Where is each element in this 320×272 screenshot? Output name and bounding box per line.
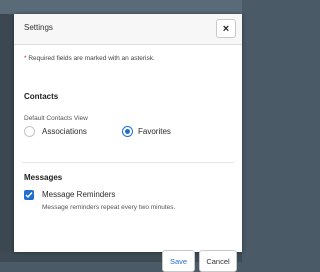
- radio-associations-label[interactable]: Associations: [42, 127, 87, 136]
- section-divider: [22, 162, 234, 163]
- radio-favorites[interactable]: [122, 126, 133, 137]
- dialog-header: Settings ×: [14, 14, 242, 45]
- dialog-title: Settings: [24, 23, 53, 32]
- radio-favorites-label[interactable]: Favorites: [138, 127, 171, 136]
- background-app-top: [0, 0, 242, 14]
- messages-heading: Messages: [24, 173, 63, 182]
- checkmark-icon: [25, 192, 33, 199]
- settings-dialog: Settings × * Required fields are marked …: [14, 14, 242, 272]
- close-icon: ×: [222, 22, 230, 35]
- close-button[interactable]: ×: [216, 19, 236, 38]
- contacts-heading: Contacts: [24, 92, 59, 101]
- required-fields-note: * Required fields are marked with an ast…: [24, 55, 155, 62]
- message-reminders-label[interactable]: Message Reminders: [42, 190, 115, 199]
- message-reminders-help: Message reminders repeat every two minut…: [42, 204, 176, 211]
- message-reminders-checkbox[interactable]: [24, 190, 34, 200]
- cancel-button[interactable]: Cancel: [199, 250, 237, 272]
- required-asterisk: *: [24, 55, 27, 62]
- background-app-left: [0, 14, 14, 262]
- radio-associations[interactable]: [24, 126, 35, 137]
- save-button[interactable]: Save: [162, 250, 195, 272]
- default-contacts-view-label: Default Contacts View: [24, 115, 88, 122]
- required-fields-text: Required fields are marked with an aster…: [28, 55, 155, 62]
